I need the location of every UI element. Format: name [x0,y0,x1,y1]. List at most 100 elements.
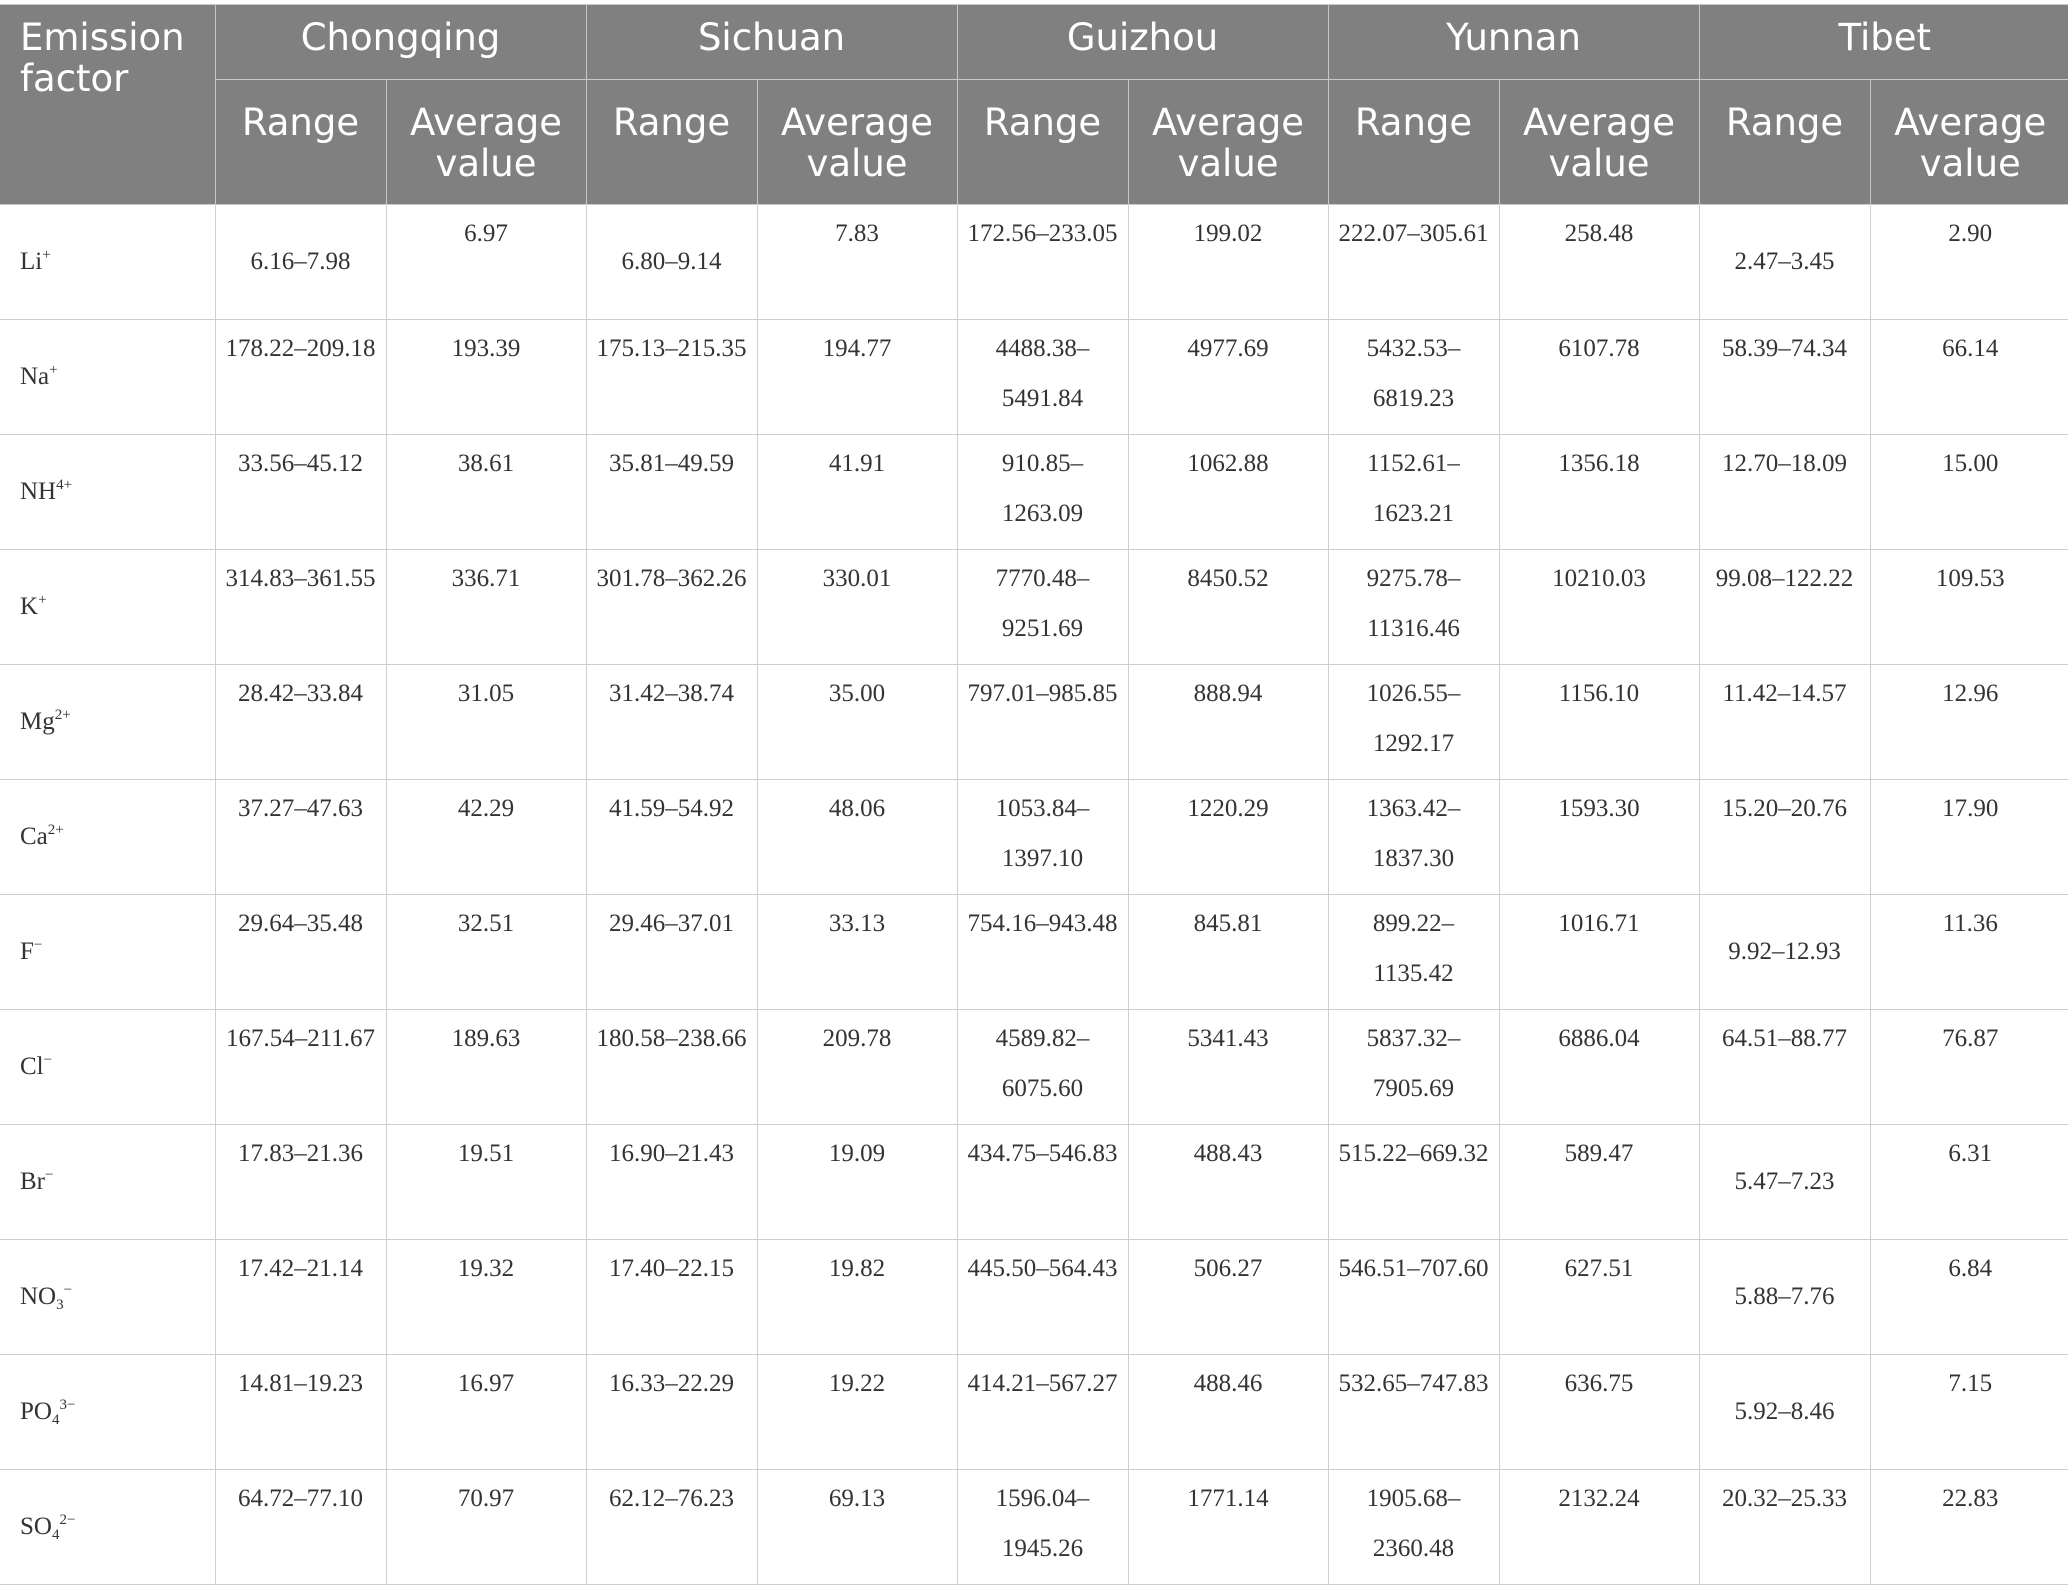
ion-symbol: NH [20,478,57,505]
average-cell: 506.27 [1127,1239,1329,1355]
average-cell: 19.51 [385,1124,587,1240]
range-cell: 4589.82–6075.60 [956,1009,1129,1125]
average-cell: 7.83 [756,204,958,320]
average-cell: 12.96 [1869,664,2068,780]
ion-charge: − [33,937,43,953]
average-cell: 17.90 [1869,779,2068,895]
average-cell: 8450.52 [1127,549,1329,665]
range-cell: 28.42–33.84 [214,664,387,780]
average-cell: 4977.69 [1127,319,1329,435]
range-cell: 5837.32–7905.69 [1327,1009,1500,1125]
range-cell: 1026.55–1292.17 [1327,664,1500,780]
table-row: NH4+ 33.56–45.12 38.61 35.81–49.59 41.91 910.… [0,434,2068,550]
ion-subscript: 4 [51,1412,60,1428]
range-cell: 222.07–305.61 [1327,204,1500,320]
average-cell: 38.61 [385,434,587,550]
range-cell: 4488.38–5491.84 [956,319,1129,435]
table-row: Li+ 6.16–7.98 6.97 6.80–9.14 7.83 172.56–233.… [0,204,2068,320]
table-row: Ca2+ 37.27–47.63 42.29 41.59–54.92 48.06 1053… [0,779,2068,895]
range-cell: 99.08–122.22 [1698,549,1871,665]
range-cell: 17.42–21.14 [214,1239,387,1355]
header-region-sichuan: Sichuan [585,4,958,80]
header-average: Average value [1127,79,1329,205]
range-cell: 1905.68–2360.48 [1327,1469,1500,1585]
average-cell: 32.51 [385,894,587,1010]
average-cell: 199.02 [1127,204,1329,320]
range-cell: 12.70–18.09 [1698,434,1871,550]
average-cell: 627.51 [1498,1239,1700,1355]
emission-factor-cell: Ca2+ [0,779,216,895]
emission-factor-cell: NH4+ [0,434,216,550]
range-cell: 7770.48–9251.69 [956,549,1129,665]
average-cell: 15.00 [1869,434,2068,550]
ion-charge: − [63,1282,73,1298]
average-cell: 1593.30 [1498,779,1700,895]
header-average: Average value [756,79,958,205]
average-cell: 19.09 [756,1124,958,1240]
ion-charge: 3− [59,1397,76,1413]
header-row-subcolumns: Range Average value Range Average value … [0,79,2068,205]
header-row-regions: Emission factor Chongqing Sichuan Guizho… [0,4,2068,205]
range-cell: 9275.78–11316.46 [1327,549,1500,665]
table-row: NO3− 17.42–21.14 19.32 17.40–22.15 19.82 445.… [0,1239,2068,1355]
average-cell: 19.22 [756,1354,958,1470]
average-cell: 488.43 [1127,1124,1329,1240]
range-cell: 445.50–564.43 [956,1239,1129,1355]
table-row: Cl− 167.54–211.67 189.63 180.58–238.66 209.7… [0,1009,2068,1125]
range-cell: 301.78–362.26 [585,549,758,665]
average-cell: 19.32 [385,1239,587,1355]
range-cell: 33.56–45.12 [214,434,387,550]
range-cell: 178.22–209.18 [214,319,387,435]
table-row: PO43− 14.81–19.23 16.97 16.33–22.29 19.22 414… [0,1354,2068,1470]
header-range: Range [956,79,1129,205]
ion-symbol: SO [20,1513,52,1540]
range-cell: 899.22–1135.42 [1327,894,1500,1010]
range-cell: 1596.04–1945.26 [956,1469,1129,1585]
range-cell: 58.39–74.34 [1698,319,1871,435]
table-row: Br− 17.83–21.36 19.51 16.90–21.43 19.09 434.7… [0,1124,2068,1240]
average-cell: 258.48 [1498,204,1700,320]
range-cell: 35.81–49.59 [585,434,758,550]
average-cell: 6.31 [1869,1124,2068,1240]
header-average: Average value [385,79,587,205]
header-range: Range [585,79,758,205]
ion-charge: + [38,592,47,608]
ion-symbol: Mg [20,708,55,735]
ion-charge: 2+ [47,822,64,838]
table-row: Mg2+ 28.42–33.84 31.05 31.42–38.74 35.00 797.… [0,664,2068,780]
average-cell: 1016.71 [1498,894,1700,1010]
ion-symbol: Cl [20,1053,44,1080]
average-cell: 22.83 [1869,1469,2068,1585]
emission-factor-cell: Br− [0,1124,216,1240]
range-cell: 180.58–238.66 [585,1009,758,1125]
range-cell: 1053.84–1397.10 [956,779,1129,895]
header-range: Range [1327,79,1500,205]
average-cell: 109.53 [1869,549,2068,665]
ion-charge: + [42,247,51,263]
table-body: Li+ 6.16–7.98 6.97 6.80–9.14 7.83 172.56–233.… [0,204,2068,1585]
range-cell: 314.83–361.55 [214,549,387,665]
range-cell: 1363.42–1837.30 [1327,779,1500,895]
average-cell: 48.06 [756,779,958,895]
average-cell: 189.63 [385,1009,587,1125]
average-cell: 19.82 [756,1239,958,1355]
ion-symbol: Br [20,1168,45,1195]
table-header: Emission factor Chongqing Sichuan Guizho… [0,4,2068,205]
average-cell: 16.97 [385,1354,587,1470]
header-average: Average value [1498,79,1700,205]
range-cell: 5432.53–6819.23 [1327,319,1500,435]
range-cell: 167.54–211.67 [214,1009,387,1125]
range-cell: 434.75–546.83 [956,1124,1129,1240]
emission-factor-cell: F− [0,894,216,1010]
range-cell: 9.92–12.93 [1698,894,1871,1010]
range-cell: 17.40–22.15 [585,1239,758,1355]
average-cell: 5341.43 [1127,1009,1329,1125]
range-cell: 797.01–985.85 [956,664,1129,780]
ion-symbol: K [20,593,39,620]
emission-factor-cell: NO3− [0,1239,216,1355]
average-cell: 845.81 [1127,894,1329,1010]
ion-symbol: Li [20,248,43,275]
average-cell: 209.78 [756,1009,958,1125]
average-cell: 636.75 [1498,1354,1700,1470]
average-cell: 1062.88 [1127,434,1329,550]
